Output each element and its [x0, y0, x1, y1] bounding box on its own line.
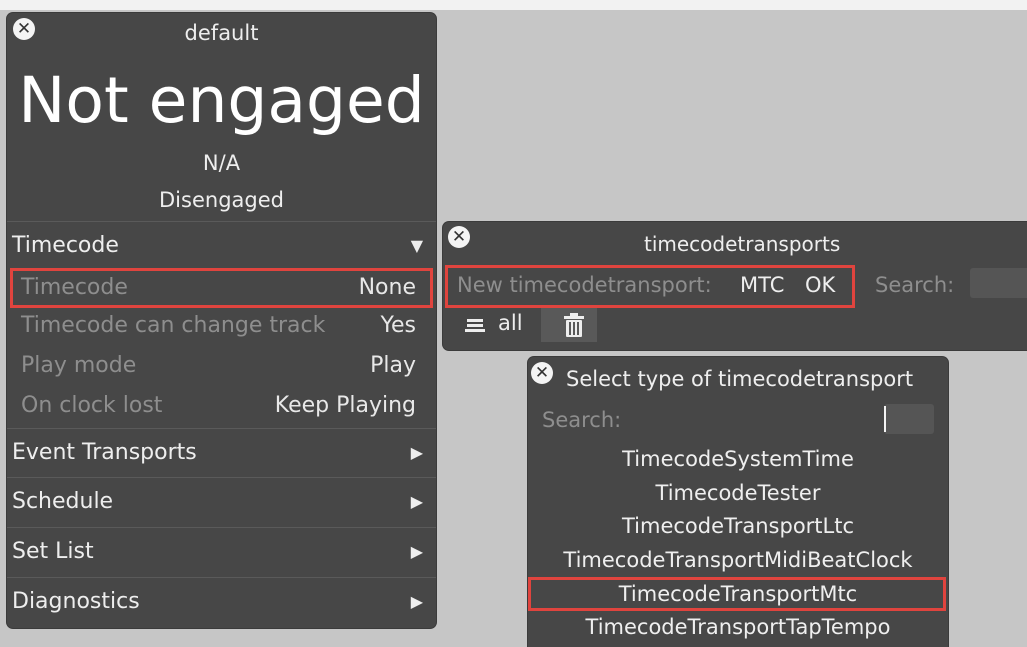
chevron-down-icon: ▼	[410, 236, 423, 255]
type-option-timecode-tester[interactable]: TimecodeTester	[528, 481, 948, 505]
property-label: On clock lost	[21, 393, 163, 418]
property-label: Timecode can change track	[21, 313, 326, 338]
section-event-transports[interactable]: Event Transports ▶	[7, 428, 436, 476]
engagement-status: Not engaged	[18, 64, 425, 137]
ok-button[interactable]: OK	[805, 273, 835, 297]
panel-title: default	[184, 21, 259, 45]
type-option-timecode-system-time[interactable]: TimecodeSystemTime	[528, 447, 948, 471]
property-timecode-can-change-track[interactable]: Timecode can change track Yes	[7, 307, 436, 345]
property-value[interactable]: Play	[370, 353, 416, 378]
type-option-timecode-transport-mtc[interactable]: TimecodeTransportMtc	[528, 582, 948, 606]
timecodetransports-panel: ✕ timecodetransports New timecodetranspo…	[443, 222, 1027, 350]
type-option-timecode-transport-tap-tempo[interactable]: TimecodeTransportTapTempo	[528, 615, 948, 639]
trash-icon	[564, 313, 584, 337]
text-cursor	[884, 406, 886, 432]
section-label: Timecode	[12, 233, 119, 258]
chevron-right-icon: ▶	[410, 492, 423, 511]
section-set-list[interactable]: Set List ▶	[7, 527, 436, 575]
section-diagnostics[interactable]: Diagnostics ▶	[7, 577, 436, 625]
search-input[interactable]	[970, 268, 1027, 298]
close-icon[interactable]: ✕	[531, 362, 553, 384]
property-on-clock-lost[interactable]: On clock lost Keep Playing	[7, 387, 436, 425]
list-all-icon[interactable]	[465, 318, 485, 333]
search-input[interactable]	[884, 404, 934, 434]
trash-button[interactable]	[541, 308, 597, 342]
window-top-strip	[0, 0, 1027, 10]
search-label: Search:	[875, 273, 955, 297]
panel-title: timecodetransports	[644, 232, 841, 256]
chevron-right-icon: ▶	[410, 542, 423, 561]
section-label: Event Transports	[12, 440, 197, 465]
new-transport-label: New timecodetransport:	[457, 273, 712, 297]
select-type-popup: ✕ Select type of timecodetransport Searc…	[528, 357, 948, 647]
property-label: Timecode	[21, 275, 128, 300]
property-label: Play mode	[21, 353, 137, 378]
property-play-mode[interactable]: Play mode Play	[7, 347, 436, 385]
section-label: Diagnostics	[12, 589, 140, 614]
section-label: Set List	[12, 539, 94, 564]
property-timecode[interactable]: Timecode None	[7, 269, 436, 307]
type-option-timecode-transport-midi-beat-clock[interactable]: TimecodeTransportMidiBeatClock	[528, 548, 948, 572]
type-option-timecode-transport-ltc[interactable]: TimecodeTransportLtc	[528, 514, 948, 538]
status-value: N/A	[202, 151, 241, 175]
section-schedule[interactable]: Schedule ▶	[7, 477, 436, 525]
close-icon[interactable]: ✕	[448, 226, 470, 248]
engage-state: Disengaged	[159, 188, 284, 212]
chevron-right-icon: ▶	[410, 443, 423, 462]
chevron-right-icon: ▶	[410, 592, 423, 611]
inspector-panel: ✕ default Not engaged N/A Disengaged Tim…	[7, 13, 436, 628]
popup-title: Select type of timecodetransport	[566, 367, 914, 391]
section-timecode[interactable]: Timecode ▼	[7, 221, 436, 269]
property-value[interactable]: None	[359, 275, 416, 300]
search-label: Search:	[542, 408, 622, 432]
all-filter-label[interactable]: all	[498, 311, 523, 335]
property-value[interactable]: Keep Playing	[275, 393, 416, 418]
property-value[interactable]: Yes	[380, 313, 416, 338]
section-label: Schedule	[12, 489, 114, 514]
new-transport-type[interactable]: MTC	[740, 273, 784, 297]
